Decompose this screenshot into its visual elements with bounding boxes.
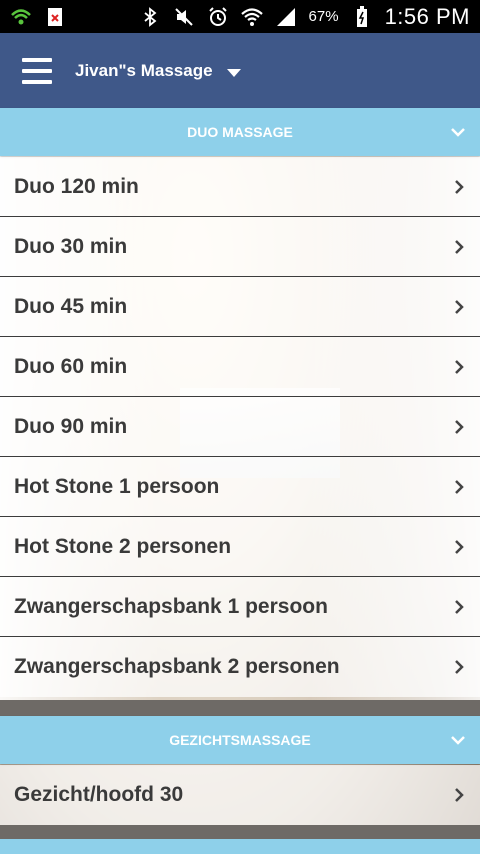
list-item-label: Zwangerschapsbank 1 persoon (14, 594, 328, 618)
duo-massage-list: Duo 120 min Duo 30 min Duo 45 min Duo 60… (0, 157, 480, 697)
list-item-label: Duo 60 min (14, 354, 128, 378)
menu-icon[interactable] (22, 57, 52, 84)
chevron-right-icon (452, 418, 466, 436)
app-bar: Jivan"s Massage (0, 33, 480, 108)
chevron-down-icon (450, 732, 466, 748)
status-bar: 67% 1:56 PM (0, 0, 480, 33)
dropdown-caret-icon[interactable] (226, 68, 241, 77)
list-item[interactable]: Duo 90 min (0, 397, 480, 457)
list-item[interactable]: Zwangerschapsbank 2 personen (0, 637, 480, 697)
wifi-icon (240, 6, 263, 28)
wifi-hotspot-icon (10, 6, 32, 28)
chevron-right-icon (452, 658, 466, 676)
mute-icon (173, 6, 195, 28)
section-header-label: GEZICHTSMASSAGE (169, 732, 311, 748)
gezichtsmassage-list: Gezicht/hoofd 30 (0, 765, 480, 825)
signal-icon (275, 6, 297, 28)
chevron-right-icon (452, 478, 466, 496)
section-divider (0, 825, 480, 839)
app-title[interactable]: Jivan"s Massage (75, 61, 213, 81)
list-item[interactable]: Zwangerschapsbank 1 persoon (0, 577, 480, 637)
list-item-label: Duo 90 min (14, 414, 128, 438)
list-item-label: Duo 45 min (14, 294, 128, 318)
list-item-label: Zwangerschapsbank 2 personen (14, 655, 340, 678)
section-header-duo-massage[interactable]: DUO MASSAGE (0, 108, 480, 156)
list-item[interactable]: Duo 30 min (0, 217, 480, 277)
list-item[interactable]: Hot Stone 2 personen (0, 517, 480, 577)
chevron-right-icon (452, 238, 466, 256)
list-item-label: Hot Stone 1 persoon (14, 474, 220, 498)
list-item-label: Gezicht/hoofd 30 (14, 783, 184, 806)
list-item[interactable]: Duo 120 min (0, 157, 480, 217)
chevron-right-icon (452, 358, 466, 376)
app-notification-icon (44, 6, 66, 28)
list-item-label: Duo 120 min (14, 174, 139, 198)
section-header-gezichtsmassage[interactable]: GEZICHTSMASSAGE (0, 716, 480, 764)
chevron-right-icon (452, 786, 466, 804)
section-divider (0, 700, 480, 716)
list-item-label: Hot Stone 2 personen (14, 534, 232, 558)
section-header-label: DUO MASSAGE (187, 124, 293, 140)
battery-icon (351, 5, 373, 28)
list-item[interactable]: Gezicht/hoofd 30 (0, 765, 480, 825)
chevron-right-icon (452, 598, 466, 616)
chevron-right-icon (452, 178, 466, 196)
bluetooth-icon (139, 6, 161, 28)
clock: 1:56 PM (384, 3, 470, 29)
alarm-icon (207, 6, 229, 28)
next-section-header-partial (0, 839, 480, 854)
list-item[interactable]: Duo 45 min (0, 277, 480, 337)
list-item[interactable]: Duo 60 min (0, 337, 480, 397)
list-item[interactable]: Hot Stone 1 persoon (0, 457, 480, 517)
chevron-down-icon (450, 124, 466, 140)
chevron-right-icon (452, 298, 466, 316)
list-item-label: Duo 30 min (14, 234, 128, 258)
battery-percent: 67% (308, 8, 339, 25)
chevron-right-icon (452, 538, 466, 556)
